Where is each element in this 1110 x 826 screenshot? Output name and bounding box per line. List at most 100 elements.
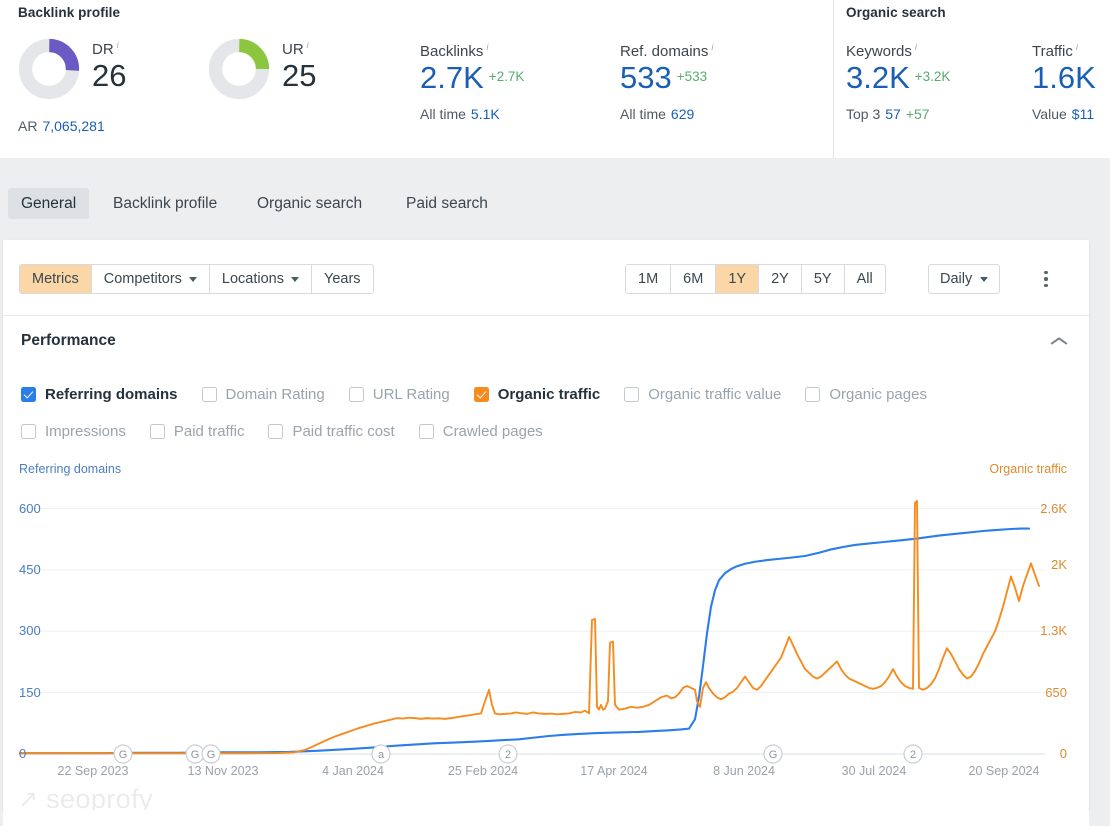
kebab-dot xyxy=(1044,277,1048,281)
section-tabs: General Backlink profile Organic search … xyxy=(0,178,1110,236)
chart-annotation-google-update[interactable]: G xyxy=(763,744,783,764)
panel-divider xyxy=(833,0,834,158)
range-5y[interactable]: 5Y xyxy=(801,265,845,293)
ref-domains-info-icon[interactable]: i xyxy=(711,42,713,53)
range-1y[interactable]: 1Y xyxy=(716,265,760,293)
more-options-button[interactable] xyxy=(1035,264,1057,294)
metric-checkbox-group: Referring domains Domain Rating URL Rati… xyxy=(21,380,1061,445)
dr-donut-chart xyxy=(18,38,80,100)
chart-annotation-multi-note[interactable]: 2 xyxy=(903,744,923,764)
checkbox-organic-traffic-value[interactable]: Organic traffic value xyxy=(624,386,781,403)
metric-traffic: Traffic i 1.6K Value $11 xyxy=(1032,42,1096,122)
chart-annotation-google-update[interactable]: G xyxy=(185,744,205,764)
left-y-tick: 600 xyxy=(19,500,41,516)
svg-text:G: G xyxy=(207,749,216,761)
checkbox-url-rating[interactable]: URL Rating xyxy=(348,386,450,403)
metric-backlinks: Backlinks i 2.7K +2.7K All time 5.1K xyxy=(420,42,524,122)
tab-general[interactable]: General xyxy=(8,188,90,219)
left-y-tick: 150 xyxy=(19,684,41,700)
keywords-delta: +3.2K xyxy=(914,69,951,84)
checkbox-crawled-pages[interactable]: Crawled pages xyxy=(418,423,543,440)
right-y-tick: 0 xyxy=(1059,746,1067,761)
checkbox-box xyxy=(805,386,821,402)
checkbox-domain-rating[interactable]: Domain Rating xyxy=(201,386,325,403)
series-line-organic-traffic xyxy=(18,500,1040,755)
checkbox-organic-traffic[interactable]: Organic traffic xyxy=(473,386,600,403)
ur-info-icon[interactable]: i xyxy=(307,40,309,51)
keywords-value-row: 3.2K +3.2K xyxy=(846,60,951,95)
backlinks-delta: +2.7K xyxy=(488,69,525,84)
x-axis-tick: 8 Jun 2024 xyxy=(713,764,775,778)
svg-text:G: G xyxy=(769,749,778,761)
chevron-down-icon xyxy=(188,276,197,282)
ur-label: UR i xyxy=(282,40,309,58)
traffic-label: Traffic i xyxy=(1032,42,1078,60)
seo-dashboard: Backlink profile Organic search DR i 26 U… xyxy=(0,0,1110,826)
backlinks-info-icon[interactable]: i xyxy=(486,42,488,53)
tab-organic-search[interactable]: Organic search xyxy=(244,188,375,219)
metrics-panel: Backlink profile Organic search DR i 26 U… xyxy=(0,0,1110,158)
chart-annotation-google-update[interactable]: G xyxy=(201,744,221,764)
traffic-subline: Value $11 xyxy=(1032,105,1095,122)
ur-donut-svg xyxy=(208,38,270,100)
dr-score: DR i 26 xyxy=(92,40,126,93)
range-segmented-control: 1M 6M 1Y 2Y 5Y All xyxy=(625,264,886,294)
chart-annotation-ahrefs-note[interactable]: a xyxy=(371,744,391,764)
chart-toolbar: Metrics Competitors Locations Years 1M 6… xyxy=(3,240,1089,316)
checkbox-box xyxy=(418,423,434,439)
checkbox-impressions[interactable]: Impressions xyxy=(21,423,126,440)
ur-score: UR i 25 xyxy=(282,40,316,93)
checkbox-box xyxy=(268,423,284,439)
range-1m[interactable]: 1M xyxy=(626,265,672,293)
chevron-up-icon[interactable] xyxy=(1051,338,1067,348)
granularity-dropdown[interactable]: Daily xyxy=(928,264,1001,294)
range-6m[interactable]: 6M xyxy=(671,265,717,293)
left-axis-caption: Referring domains xyxy=(19,462,122,476)
checkbox-paid-traffic[interactable]: Paid traffic xyxy=(149,423,244,440)
seg-competitors[interactable]: Competitors xyxy=(91,265,210,293)
chart-svg: GGGa2G2 xyxy=(17,500,1045,764)
ar-value: 7,065,281 xyxy=(42,118,105,134)
backlinks-subline: All time 5.1K xyxy=(420,105,500,122)
chart-annotation-multi-note[interactable]: 2 xyxy=(498,744,518,764)
ref-domains-delta: +533 xyxy=(676,69,708,84)
checkbox-paid-traffic-cost[interactable]: Paid traffic cost xyxy=(268,423,395,440)
dr-label: DR i xyxy=(92,40,119,58)
ar-line: AR 7,065,281 xyxy=(18,118,105,134)
seg-years[interactable]: Years xyxy=(311,265,373,293)
metric-ref-domains: Ref. domains i 533 +533 All time 629 xyxy=(620,42,714,122)
traffic-info-icon[interactable]: i xyxy=(1076,42,1078,53)
tab-paid-search[interactable]: Paid search xyxy=(393,188,501,219)
checkbox-box xyxy=(21,386,36,402)
seg-locations[interactable]: Locations xyxy=(209,265,312,293)
tab-backlink-profile[interactable]: Backlink profile xyxy=(100,188,230,219)
granularity-label: Daily xyxy=(940,271,973,287)
metric-keywords: Keywords i 3.2K +3.2K Top 3 57 +57 xyxy=(846,42,950,122)
group-title-organic-search: Organic search xyxy=(846,5,946,20)
backlinks-value-row: 2.7K +2.7K xyxy=(420,60,525,95)
right-y-tick: 2K xyxy=(1051,557,1067,573)
dr-info-icon[interactable]: i xyxy=(117,40,119,51)
range-2y[interactable]: 2Y xyxy=(759,265,802,293)
seg-metrics[interactable]: Metrics xyxy=(20,265,92,293)
ur-value: 25 xyxy=(282,58,317,93)
left-y-tick: 450 xyxy=(19,561,41,577)
dr-donut-svg xyxy=(18,38,80,100)
chart-annotation-google-update[interactable]: G xyxy=(113,744,133,764)
svg-text:2: 2 xyxy=(505,749,511,761)
left-y-tick: 300 xyxy=(19,623,41,639)
chart-plot-area[interactable]: GGGa2G2 xyxy=(17,484,1045,764)
checkbox-row: Referring domains Domain Rating URL Rati… xyxy=(21,380,1061,408)
keywords-info-icon[interactable]: i xyxy=(915,42,917,53)
checkbox-referring-domains[interactable]: Referring domains xyxy=(21,386,178,403)
x-axis-tick: 17 Apr 2024 xyxy=(580,764,648,778)
range-all[interactable]: All xyxy=(844,265,885,293)
backlinks-label: Backlinks i xyxy=(420,42,489,60)
view-segmented-control: Metrics Competitors Locations Years xyxy=(19,264,374,294)
svg-text:2: 2 xyxy=(910,749,916,761)
x-axis-tick: 13 Nov 2023 xyxy=(187,764,259,778)
checkbox-organic-pages[interactable]: Organic pages xyxy=(805,386,927,403)
ref-domains-subline: All time 629 xyxy=(620,105,695,122)
dr-value: 26 xyxy=(92,58,127,93)
x-axis-tick: 30 Jul 2024 xyxy=(841,764,907,778)
